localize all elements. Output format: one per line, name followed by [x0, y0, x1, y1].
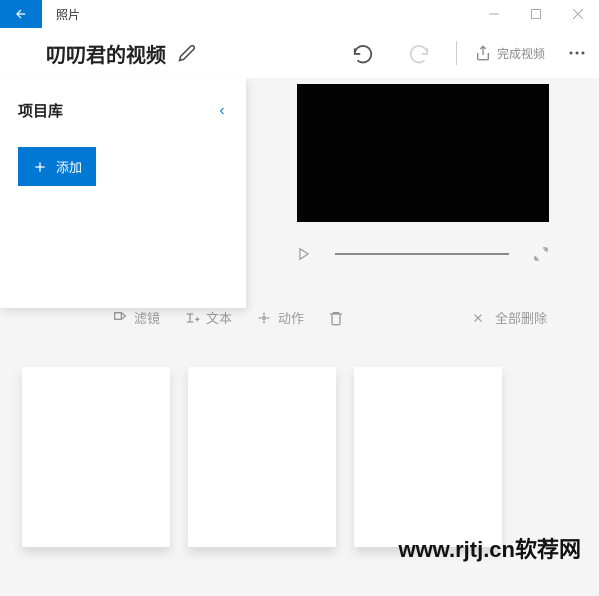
close-icon — [471, 311, 485, 325]
project-title: 叨叨君的视频 — [46, 39, 166, 68]
playback-controls — [297, 246, 549, 262]
tool-group-left: 滤镜 文本 动作 — [112, 308, 344, 327]
preview-area — [246, 78, 599, 308]
window-controls — [473, 0, 599, 28]
delete-button[interactable] — [328, 308, 344, 327]
add-button[interactable]: 添加 — [18, 147, 96, 186]
clip-slot[interactable] — [354, 367, 502, 547]
undo-button[interactable] — [344, 38, 382, 68]
text-label: 文本 — [206, 308, 232, 327]
storyboard — [0, 327, 599, 547]
filter-label: 滤镜 — [134, 308, 160, 327]
play-icon — [297, 247, 311, 261]
chevron-left-icon — [216, 102, 228, 120]
expand-icon — [533, 246, 549, 262]
app-title: 照片 — [56, 6, 80, 23]
title-bar: 照片 — [0, 0, 599, 28]
header-actions: 完成视频 — [344, 38, 591, 68]
library-header: 项目库 — [18, 100, 228, 121]
play-button[interactable] — [297, 247, 311, 261]
close-button[interactable] — [557, 0, 599, 28]
redo-icon — [408, 42, 430, 64]
motion-icon — [256, 310, 272, 326]
minimize-button[interactable] — [473, 0, 515, 28]
text-icon — [184, 310, 200, 326]
add-label: 添加 — [56, 157, 82, 176]
divider — [456, 41, 457, 65]
minimize-icon — [489, 9, 499, 19]
undo-icon — [352, 42, 374, 64]
collapse-library-button[interactable] — [216, 102, 228, 120]
fullscreen-button[interactable] — [533, 246, 549, 262]
redo-button[interactable] — [400, 38, 438, 68]
clip-slot[interactable] — [188, 367, 336, 547]
export-icon — [475, 45, 491, 61]
edit-title-button[interactable] — [178, 44, 196, 62]
header: 叨叨君的视频 完成视频 — [0, 28, 599, 78]
maximize-button[interactable] — [515, 0, 557, 28]
finish-label: 完成视频 — [497, 45, 545, 62]
library-panel: 项目库 添加 — [0, 78, 246, 308]
main-area: 项目库 添加 — [0, 78, 599, 308]
progress-bar[interactable] — [335, 253, 509, 255]
more-button[interactable] — [563, 51, 591, 55]
filter-icon — [112, 310, 128, 326]
motion-label: 动作 — [278, 308, 304, 327]
trash-icon — [328, 310, 344, 326]
pencil-icon — [178, 44, 196, 62]
finish-video-button[interactable]: 完成视频 — [475, 45, 545, 62]
close-icon — [573, 9, 583, 19]
back-button[interactable] — [0, 0, 42, 28]
plus-icon — [32, 159, 48, 175]
arrow-left-icon — [14, 7, 28, 21]
motion-button[interactable]: 动作 — [256, 308, 304, 327]
more-icon — [569, 51, 585, 55]
library-title: 项目库 — [18, 100, 63, 121]
watermark: www.rjtj.cn软荐网 — [398, 532, 581, 564]
clip-slot[interactable] — [22, 367, 170, 547]
filter-button[interactable]: 滤镜 — [112, 308, 160, 327]
delete-all-label: 全部删除 — [495, 308, 547, 327]
maximize-icon — [531, 9, 541, 19]
delete-all-button[interactable]: 全部删除 — [471, 308, 547, 327]
storyboard-toolbar: 滤镜 文本 动作 全部删除 — [0, 308, 599, 327]
video-preview[interactable] — [297, 84, 549, 222]
text-button[interactable]: 文本 — [184, 308, 232, 327]
